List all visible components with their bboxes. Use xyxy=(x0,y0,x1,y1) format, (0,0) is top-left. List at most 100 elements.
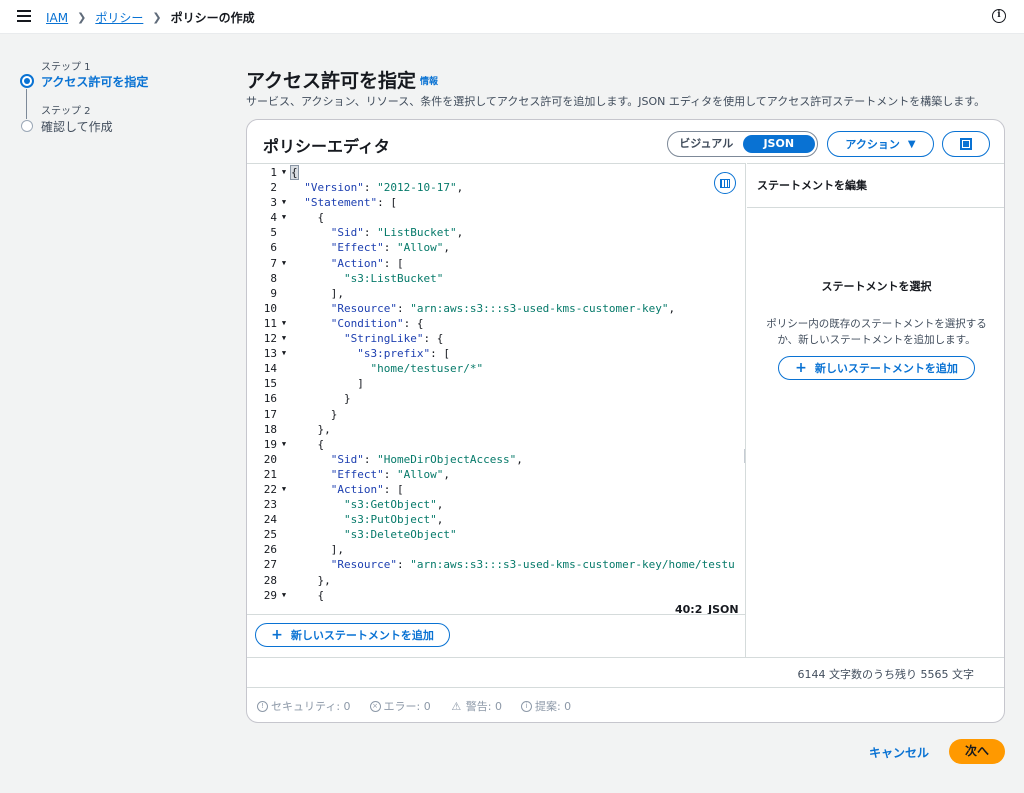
json-string: "2012-10-17" xyxy=(377,181,457,195)
code-line[interactable]: 6 "Effect": "Allow", xyxy=(247,240,735,255)
info-icon[interactable]: i xyxy=(992,9,1006,23)
json-punct: , xyxy=(668,301,676,315)
code-line[interactable]: 19 ▼ { xyxy=(247,437,735,452)
keyboard-icon xyxy=(720,178,730,188)
code-line[interactable]: 18 }, xyxy=(247,422,735,437)
code-line[interactable]: 28 }, xyxy=(247,573,735,588)
add-statement-button[interactable]: + 新しいステートメントを追加 xyxy=(255,623,450,647)
code-line[interactable]: 25 "s3:DeleteObject" xyxy=(247,527,735,542)
code-line[interactable]: 27 "Resource": "arn:aws:s3:::s3-used-kms… xyxy=(247,557,735,572)
step-inactive-icon xyxy=(21,120,33,132)
fold-arrow-icon[interactable]: ▼ xyxy=(277,482,291,497)
side-add-statement-button[interactable]: + 新しいステートメントを追加 xyxy=(778,356,975,380)
code-line[interactable]: 29 ▼ { xyxy=(247,588,735,603)
issue-error[interactable]: × エラー: 0 xyxy=(369,698,431,714)
warning-icon: ⚠ xyxy=(451,699,462,713)
json-string: "s3:GetObject" xyxy=(343,498,437,512)
code-lines[interactable]: 1 ▼{2 "Version": "2012-10-17", 3 ▼ "Stateme… xyxy=(247,164,735,603)
page-title: アクセス許可を指定 xyxy=(246,70,417,92)
next-button[interactable]: 次へ xyxy=(949,739,1005,764)
code-line[interactable]: 13 ▼ "s3:prefix": [ xyxy=(247,346,735,361)
code-line[interactable]: 21 "Effect": "Allow", xyxy=(247,467,735,482)
code-line[interactable]: 26 ], xyxy=(247,542,735,557)
menu-icon[interactable] xyxy=(17,10,31,22)
json-string: "home/testuser/*" xyxy=(370,362,484,376)
suggestion-icon: i xyxy=(520,700,532,712)
breadcrumb-policies[interactable]: ポリシー xyxy=(95,9,143,26)
breadcrumb: IAM ❯ ポリシー ❯ ポリシーの作成 xyxy=(46,9,255,26)
code-line[interactable]: 15 ] xyxy=(247,376,735,391)
mode-visual-button[interactable]: ビジュアル xyxy=(670,135,743,153)
code-line[interactable]: 22 ▼ "Action": [ xyxy=(247,482,735,497)
code-line[interactable]: 12 ▼ "StringLike": { xyxy=(247,331,735,346)
json-punct: } xyxy=(330,407,338,421)
character-counter-row: 6144 文字数のうち残り 5565 文字 xyxy=(247,657,1004,688)
mode-json-button[interactable]: JSON xyxy=(742,135,815,153)
fullscreen-button[interactable] xyxy=(942,131,990,157)
line-number: 24 xyxy=(263,513,277,527)
plus-icon: + xyxy=(271,627,283,643)
fold-arrow-icon[interactable]: ▼ xyxy=(277,437,291,452)
issue-suggestion[interactable]: i 提案: 0 xyxy=(520,698,571,714)
fold-arrow-icon[interactable]: ▼ xyxy=(277,256,291,271)
code-line[interactable]: 14 "home/testuser/*" xyxy=(247,361,735,376)
step-1-label[interactable]: アクセス許可を指定 xyxy=(41,73,148,90)
code-line[interactable]: 9 ], xyxy=(247,286,735,301)
issue-security[interactable]: ! セキュリティ: 0 xyxy=(257,698,351,714)
line-number: 16 xyxy=(263,392,277,406)
cancel-button[interactable]: キャンセル xyxy=(869,744,929,761)
fold-arrow-icon[interactable]: ▼ xyxy=(277,165,291,180)
code-line[interactable]: 20 "Sid": "HomeDirObjectAccess", xyxy=(247,452,735,467)
json-string: "Allow" xyxy=(396,467,444,481)
language-indicator: JSON xyxy=(708,603,739,614)
line-number: 23 xyxy=(263,498,277,512)
fold-arrow-icon[interactable]: ▼ xyxy=(277,346,291,361)
code-line[interactable]: 16 } xyxy=(247,391,735,406)
fold-arrow-icon[interactable]: ▼ xyxy=(277,588,291,603)
issue-label: セキュリティ: 0 xyxy=(271,700,351,713)
code-line[interactable]: 8 "s3:ListBucket" xyxy=(247,271,735,286)
line-number: 8 xyxy=(270,271,277,285)
actions-dropdown[interactable]: アクション ▼ xyxy=(827,131,934,157)
code-line[interactable]: 11 ▼ "Condition": { xyxy=(247,316,735,331)
code-line[interactable]: 7 ▼ "Action": [ xyxy=(247,256,735,271)
json-key: "Resource" xyxy=(330,301,397,315)
fold-arrow-icon[interactable]: ▼ xyxy=(277,195,291,210)
validation-issues: ! セキュリティ: 0 × エラー: 0 ⚠ 警告: 0 i 提案: 0 xyxy=(257,698,590,714)
fold-arrow-icon[interactable]: ▼ xyxy=(277,316,291,331)
cursor-position[interactable]: 40:2 xyxy=(675,603,702,614)
code-line[interactable]: 17 } xyxy=(247,407,735,422)
code-line[interactable]: 3 ▼ "Statement": [ xyxy=(247,195,735,210)
json-key: "Resource" xyxy=(330,558,397,572)
code-line[interactable]: 23 "s3:GetObject", xyxy=(247,497,735,512)
resize-handle[interactable] xyxy=(744,449,745,463)
code-line[interactable]: 24 "s3:PutObject", xyxy=(247,512,735,527)
line-number: 18 xyxy=(263,422,277,436)
code-line[interactable]: 5 "Sid": "ListBucket", xyxy=(247,225,735,240)
info-link[interactable]: 情報 xyxy=(420,74,438,87)
code-line[interactable]: 4 ▼ { xyxy=(247,210,735,225)
json-key: "Sid" xyxy=(330,226,364,240)
code-line[interactable]: 10 "Resource": "arn:aws:s3:::s3-used-kms… xyxy=(247,301,735,316)
json-string: "HomeDirObjectAccess" xyxy=(377,452,517,466)
line-number: 27 xyxy=(263,558,277,572)
line-number: 10 xyxy=(263,301,277,315)
fold-arrow-icon[interactable]: ▼ xyxy=(277,331,291,346)
editor-preferences-button[interactable] xyxy=(714,172,736,194)
line-number: 13 xyxy=(263,347,277,361)
line-number: 5 xyxy=(270,226,277,240)
breadcrumb-iam[interactable]: IAM xyxy=(46,11,68,25)
issue-label: エラー: 0 xyxy=(383,700,431,713)
line-number: 29 xyxy=(263,588,277,602)
chevron-right-icon: ❯ xyxy=(152,11,162,24)
json-punct: ], xyxy=(330,286,344,300)
code-line[interactable]: 1 ▼{ xyxy=(247,165,735,180)
fold-arrow-icon[interactable]: ▼ xyxy=(277,210,291,225)
code-line[interactable]: 2 "Version": "2012-10-17", xyxy=(247,180,735,195)
json-punct: , xyxy=(516,452,523,466)
issue-warning[interactable]: ⚠ 警告: 0 xyxy=(450,698,502,714)
json-code-editor[interactable]: 1 ▼{2 "Version": "2012-10-17", 3 ▼ "Stateme… xyxy=(247,163,746,614)
